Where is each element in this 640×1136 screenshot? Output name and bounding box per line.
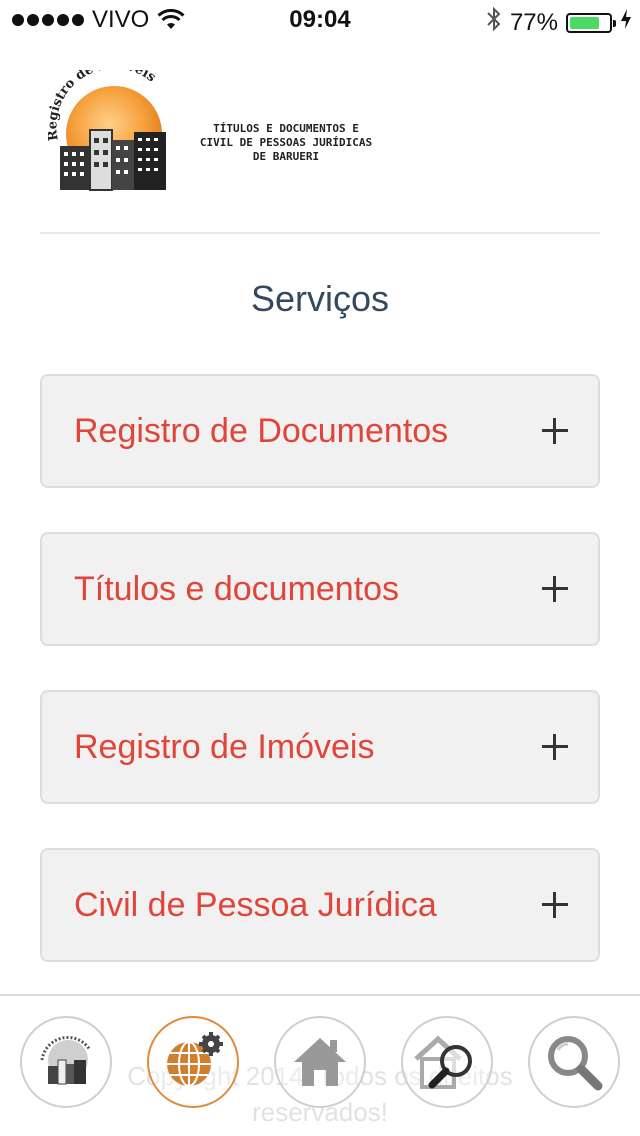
service-label: Registro de Imóveis <box>74 727 375 766</box>
plus-icon[interactable] <box>542 734 568 760</box>
service-label: Registro de Documentos <box>74 411 449 450</box>
nav-row <box>20 1016 620 1108</box>
home-icon <box>294 1038 346 1086</box>
nav-logo-button[interactable] <box>20 1016 112 1108</box>
plus-icon[interactable] <box>542 576 568 602</box>
property-search-icon <box>414 1035 472 1089</box>
page-title: Serviços <box>250 278 390 319</box>
charging-bolt-icon <box>620 8 632 37</box>
nav-property-search-button[interactable] <box>401 1016 493 1108</box>
header-divider <box>40 232 600 234</box>
service-label: Títulos e documentos <box>74 569 400 608</box>
service-civil-pessoa-juridica[interactable]: Civil de Pessoa Jurídica <box>40 848 600 962</box>
cartorio-logo: Registro de Imóveis TÍTULOS E DOCUMENTOS… <box>45 57 428 194</box>
service-registro-documentos[interactable]: Registro de Documentos <box>40 374 600 488</box>
service-registro-imoveis[interactable]: Registro de Imóveis <box>40 690 600 804</box>
service-titulos-documentos[interactable]: Títulos e documentos <box>40 532 600 646</box>
logo-line-1: TÍTULOS E DOCUMENTOS E <box>213 122 359 135</box>
search-icon <box>548 1036 603 1091</box>
nav-home-button[interactable] <box>274 1016 366 1108</box>
logo-nav-icon <box>40 1036 92 1085</box>
services-globe-icon <box>167 1032 223 1087</box>
plus-icon[interactable] <box>542 892 568 918</box>
battery-percent: 77% <box>509 8 558 36</box>
nav-search-button[interactable] <box>528 1016 620 1108</box>
nav-services-button[interactable] <box>147 1016 239 1108</box>
services-list: Registro de Documentos Títulos e documen… <box>40 374 600 1006</box>
service-label: Civil de Pessoa Jurídica <box>74 885 437 924</box>
battery-level <box>570 16 600 29</box>
bluetooth-icon <box>486 6 502 39</box>
status-right: 77% <box>486 6 632 39</box>
logo-line-2: CIVIL DE PESSOAS JURÍDICAS <box>200 136 372 149</box>
logo-line-3: DE BARUERI <box>253 150 319 163</box>
battery-icon <box>566 12 616 33</box>
bottom-nav-bar: Copyright 2014. Todos os direitos reserv… <box>0 994 640 1136</box>
plus-icon[interactable] <box>542 418 568 444</box>
status-bar: VIVO 09:04 77% <box>0 0 640 40</box>
